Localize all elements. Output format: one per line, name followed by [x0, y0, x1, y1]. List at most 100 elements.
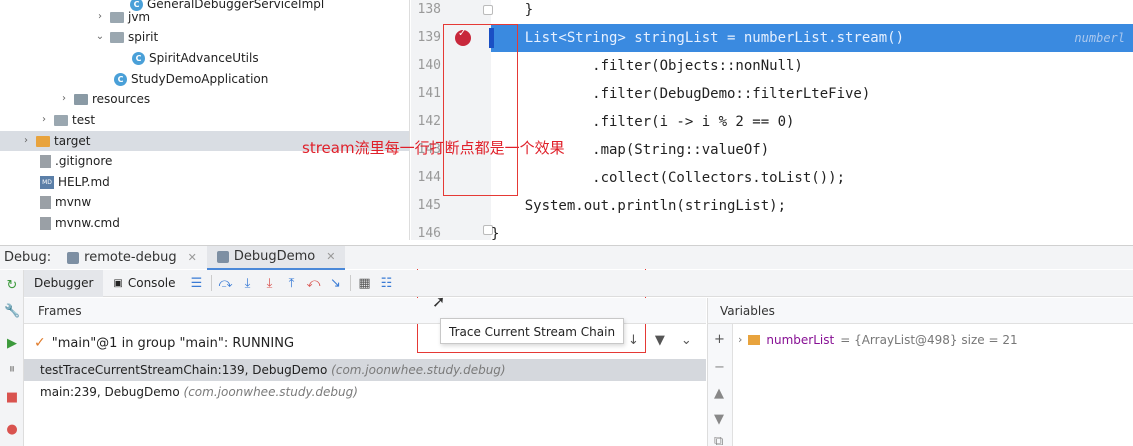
tree-item[interactable]: › test	[38, 110, 95, 130]
step-into-icon[interactable]: ⤓	[237, 276, 259, 291]
debugger-toolbar: Debugger ▣ Console ☰ ⤼ ⤓ ⤓ ⤒ ⤺ ↘ ▦ ☷	[24, 269, 1133, 297]
variable-row-numberlist[interactable]: › numberList = {ArrayList@498} size = 21	[738, 330, 1018, 350]
wrench-icon[interactable]: 🔧	[4, 304, 20, 320]
tooltip-trace-stream-chain: Trace Current Stream Chain	[440, 318, 625, 344]
frame-controls: ↓ ▼ ⌄	[628, 333, 692, 348]
file-icon	[40, 195, 51, 209]
tree-item[interactable]: mvnw.cmd	[40, 213, 120, 233]
show-execution-point-icon[interactable]: ☰	[186, 276, 208, 291]
variables-header: Variables	[707, 298, 1133, 324]
move-up-icon[interactable]: ▲	[714, 386, 724, 401]
line-number: 142	[417, 114, 441, 129]
frame-row[interactable]: main:239, DebugDemo (com.joonwhee.study.…	[24, 381, 706, 403]
toolbar-separator	[349, 275, 351, 291]
chevron-right-icon[interactable]: ›	[738, 330, 742, 350]
drop-frame-icon[interactable]: ⤺	[303, 276, 325, 291]
tree-item[interactable]: MD HELP.md	[40, 172, 110, 192]
class-icon: C	[132, 51, 145, 65]
tab-remote-debug[interactable]: remote-debug ✕	[57, 246, 207, 270]
execution-point-marker	[489, 28, 494, 48]
remove-watch-icon[interactable]: −	[714, 360, 725, 375]
add-watch-icon[interactable]: +	[714, 332, 725, 347]
code-line-current: List<String> stringList = numberList.str…	[491, 24, 1133, 52]
debug-label: Debug:	[4, 250, 52, 265]
tree-item[interactable]: › resources	[58, 89, 150, 109]
run-config-icon	[216, 250, 229, 263]
code-line: .filter(i -> i % 2 == 0)	[491, 114, 795, 130]
step-out-icon[interactable]: ⤒	[281, 276, 303, 291]
line-number: 140	[417, 58, 441, 73]
folder-icon	[74, 93, 88, 105]
code-line: .filter(DebugDemo::filterLteFive)	[491, 86, 871, 102]
move-down-icon[interactable]: ▼	[714, 412, 724, 427]
tab-console[interactable]: ▣ Console	[103, 270, 185, 297]
evaluate-expression-icon[interactable]: ▦	[354, 276, 376, 291]
code-line: .map(String::valueOf)	[491, 142, 770, 158]
step-over-icon[interactable]: ⤼	[215, 276, 237, 291]
line-number: 141	[417, 86, 441, 101]
copy-icon[interactable]: ⧉	[714, 434, 723, 446]
chevron-down-icon[interactable]: ⌄	[681, 333, 692, 348]
stop-icon[interactable]: ■	[4, 390, 20, 406]
code-line: }	[491, 2, 534, 18]
chevron-right-icon[interactable]: ›	[20, 131, 32, 151]
trace-stream-chain-icon[interactable]: ☷	[376, 276, 398, 291]
folder-icon	[54, 114, 68, 126]
line-number: 145	[417, 198, 441, 213]
code-line: .collect(Collectors.toList());	[491, 170, 846, 186]
console-icon: ▣	[113, 277, 123, 289]
inline-value-hint: numberl	[1074, 31, 1125, 45]
run-config-icon	[67, 251, 80, 264]
tree-item[interactable]: C GeneralDebuggerServiceImpl	[130, 0, 324, 14]
ide-window: C GeneralDebuggerServiceImpl › jvm ⌄ spirit…	[0, 0, 1133, 446]
line-number: 146	[417, 226, 441, 240]
code-line: .filter(Objects::nonNull)	[491, 58, 803, 74]
force-step-into-icon[interactable]: ⤓	[259, 276, 281, 291]
line-number: 139	[417, 30, 441, 45]
close-icon[interactable]: ✕	[326, 250, 335, 263]
chevron-right-icon[interactable]: ›	[38, 110, 50, 130]
mouse-cursor-icon: ➚	[432, 292, 446, 311]
view-breakpoints-icon[interactable]: ●	[4, 422, 20, 438]
tab-debugger[interactable]: Debugger	[24, 269, 104, 297]
code-line: System.out.println(stringList);	[491, 198, 787, 214]
check-icon: ✓	[34, 335, 46, 351]
resume-icon[interactable]: ▶	[4, 336, 20, 352]
markdown-icon: MD	[40, 175, 54, 189]
debug-side-toolbar: ↻ 🔧 ▶ ⏸ ■ ●	[0, 270, 24, 446]
pause-icon[interactable]: ⏸	[4, 362, 20, 378]
debug-tab-bar: Debug: remote-debug ✕ DebugDemo ✕	[0, 245, 1133, 270]
line-number: 138	[417, 2, 441, 17]
tree-item[interactable]: › jvm	[94, 7, 150, 27]
file-icon	[40, 216, 51, 230]
code-line: }	[491, 226, 500, 240]
annotation-text: stream流里每一行打断点都是一个效果	[302, 139, 565, 157]
list-icon	[748, 335, 761, 345]
tree-item[interactable]: C StudyDemoApplication	[114, 69, 268, 89]
tree-item[interactable]: mvnw	[40, 192, 91, 212]
filter-icon[interactable]: ▼	[655, 333, 665, 348]
arrow-down-icon[interactable]: ↓	[628, 333, 639, 348]
file-icon	[40, 154, 51, 168]
rerun-icon[interactable]: ↻	[4, 278, 20, 294]
variables-side-toolbar: + − ▲ ▼ ⧉	[707, 324, 733, 446]
line-number: 144	[417, 170, 441, 185]
tree-item[interactable]: .gitignore	[40, 151, 112, 171]
frame-row[interactable]: testTraceCurrentStreamChain:139, DebugDe…	[24, 359, 706, 381]
tree-item[interactable]: C SpiritAdvanceUtils	[132, 48, 259, 68]
tab-debugdemo[interactable]: DebugDemo ✕	[206, 245, 346, 270]
folder-icon	[110, 31, 124, 43]
chevron-down-icon[interactable]: ⌄	[94, 27, 106, 47]
run-to-cursor-icon[interactable]: ↘	[325, 276, 347, 291]
toolbar-separator	[210, 275, 212, 291]
breakpoint-icon[interactable]	[455, 28, 471, 46]
close-icon[interactable]: ✕	[188, 251, 197, 264]
folder-icon	[110, 11, 124, 23]
project-tree: C GeneralDebuggerServiceImpl › jvm ⌄ spirit…	[0, 0, 410, 240]
chevron-right-icon[interactable]: ›	[94, 7, 106, 27]
tree-item[interactable]: ⌄ spirit	[94, 27, 158, 47]
chevron-right-icon[interactable]: ›	[58, 89, 70, 109]
folder-icon	[36, 135, 50, 147]
code-editor[interactable]: 138 139 140 141 142 143 144 145 146 } Li…	[411, 0, 1133, 240]
class-icon: C	[114, 72, 127, 86]
